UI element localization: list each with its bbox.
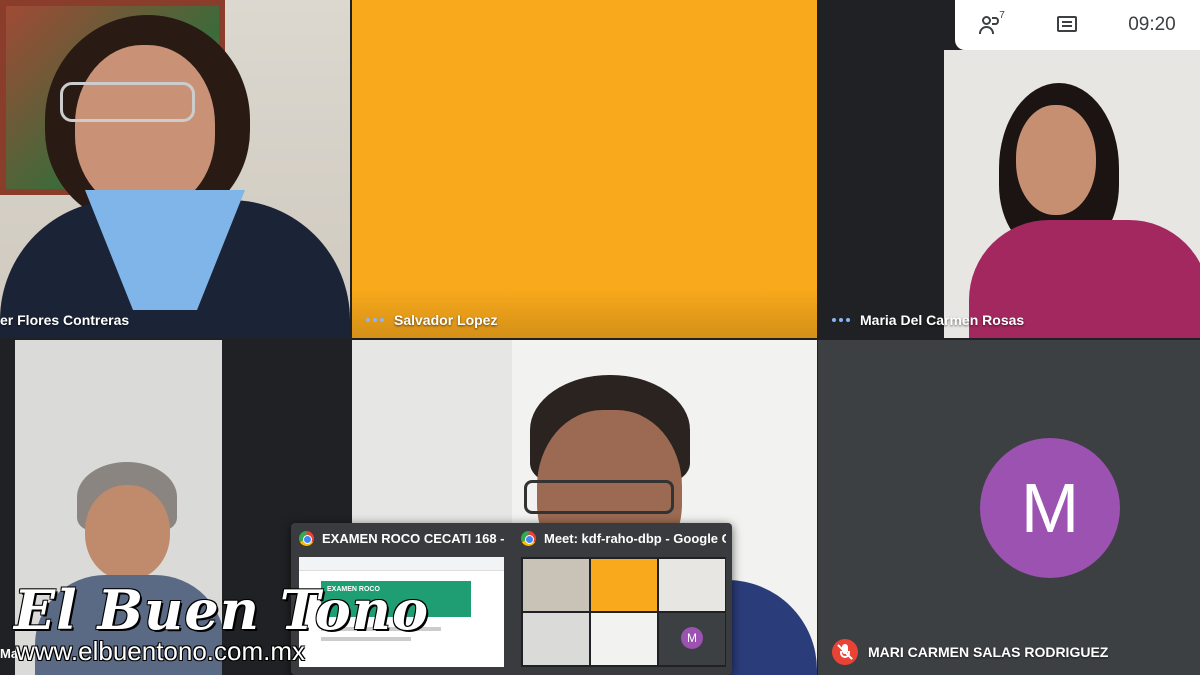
audio-indicator-icon [832, 318, 850, 322]
chrome-icon [521, 531, 536, 546]
mic-off-icon [832, 639, 858, 665]
participant-name: er Flores Contreras [0, 312, 130, 328]
mini-avatar: M [681, 627, 703, 649]
window-title: Meet: kdf-raho-dbp - Google C... [544, 531, 726, 546]
chrome-icon [299, 531, 314, 546]
participant-name: MARI CARMEN SALAS RODRIGUEZ [832, 639, 1108, 665]
people-icon[interactable]: 7 [979, 10, 1005, 36]
participants-count: 7 [999, 10, 1005, 21]
watermark-logo: El Buen Tono [14, 578, 430, 642]
participant-tile-bottom-right[interactable]: M MARI CARMEN SALAS RODRIGUEZ [818, 340, 1200, 675]
window-preview: M [521, 557, 726, 667]
participant-name: Maria Del Carmen Rosas [832, 312, 1024, 328]
watermark-url: www.elbuentono.com.mx [16, 636, 306, 666]
participant-tile-top-left[interactable]: er Flores Contreras [0, 0, 350, 338]
participant-tile-top-center[interactable]: Salvador Lopez [352, 0, 817, 338]
participant-tile-top-right[interactable]: Maria Del Carmen Rosas [818, 0, 1200, 338]
chat-icon[interactable] [1054, 14, 1080, 36]
window-title: EXAMEN ROCO CECATI 168 - G... [322, 531, 504, 546]
participant-video [944, 50, 1200, 338]
participant-name: Salvador Lopez [366, 312, 497, 328]
participant-video [75, 45, 215, 210]
meeting-top-bar: 7 09:20 [955, 0, 1200, 50]
audio-indicator-icon [366, 318, 384, 322]
clock: 09:20 [1128, 14, 1176, 35]
avatar: M [980, 438, 1120, 578]
switcher-window-meet[interactable]: Meet: kdf-raho-dbp - Google C... M [513, 523, 731, 675]
